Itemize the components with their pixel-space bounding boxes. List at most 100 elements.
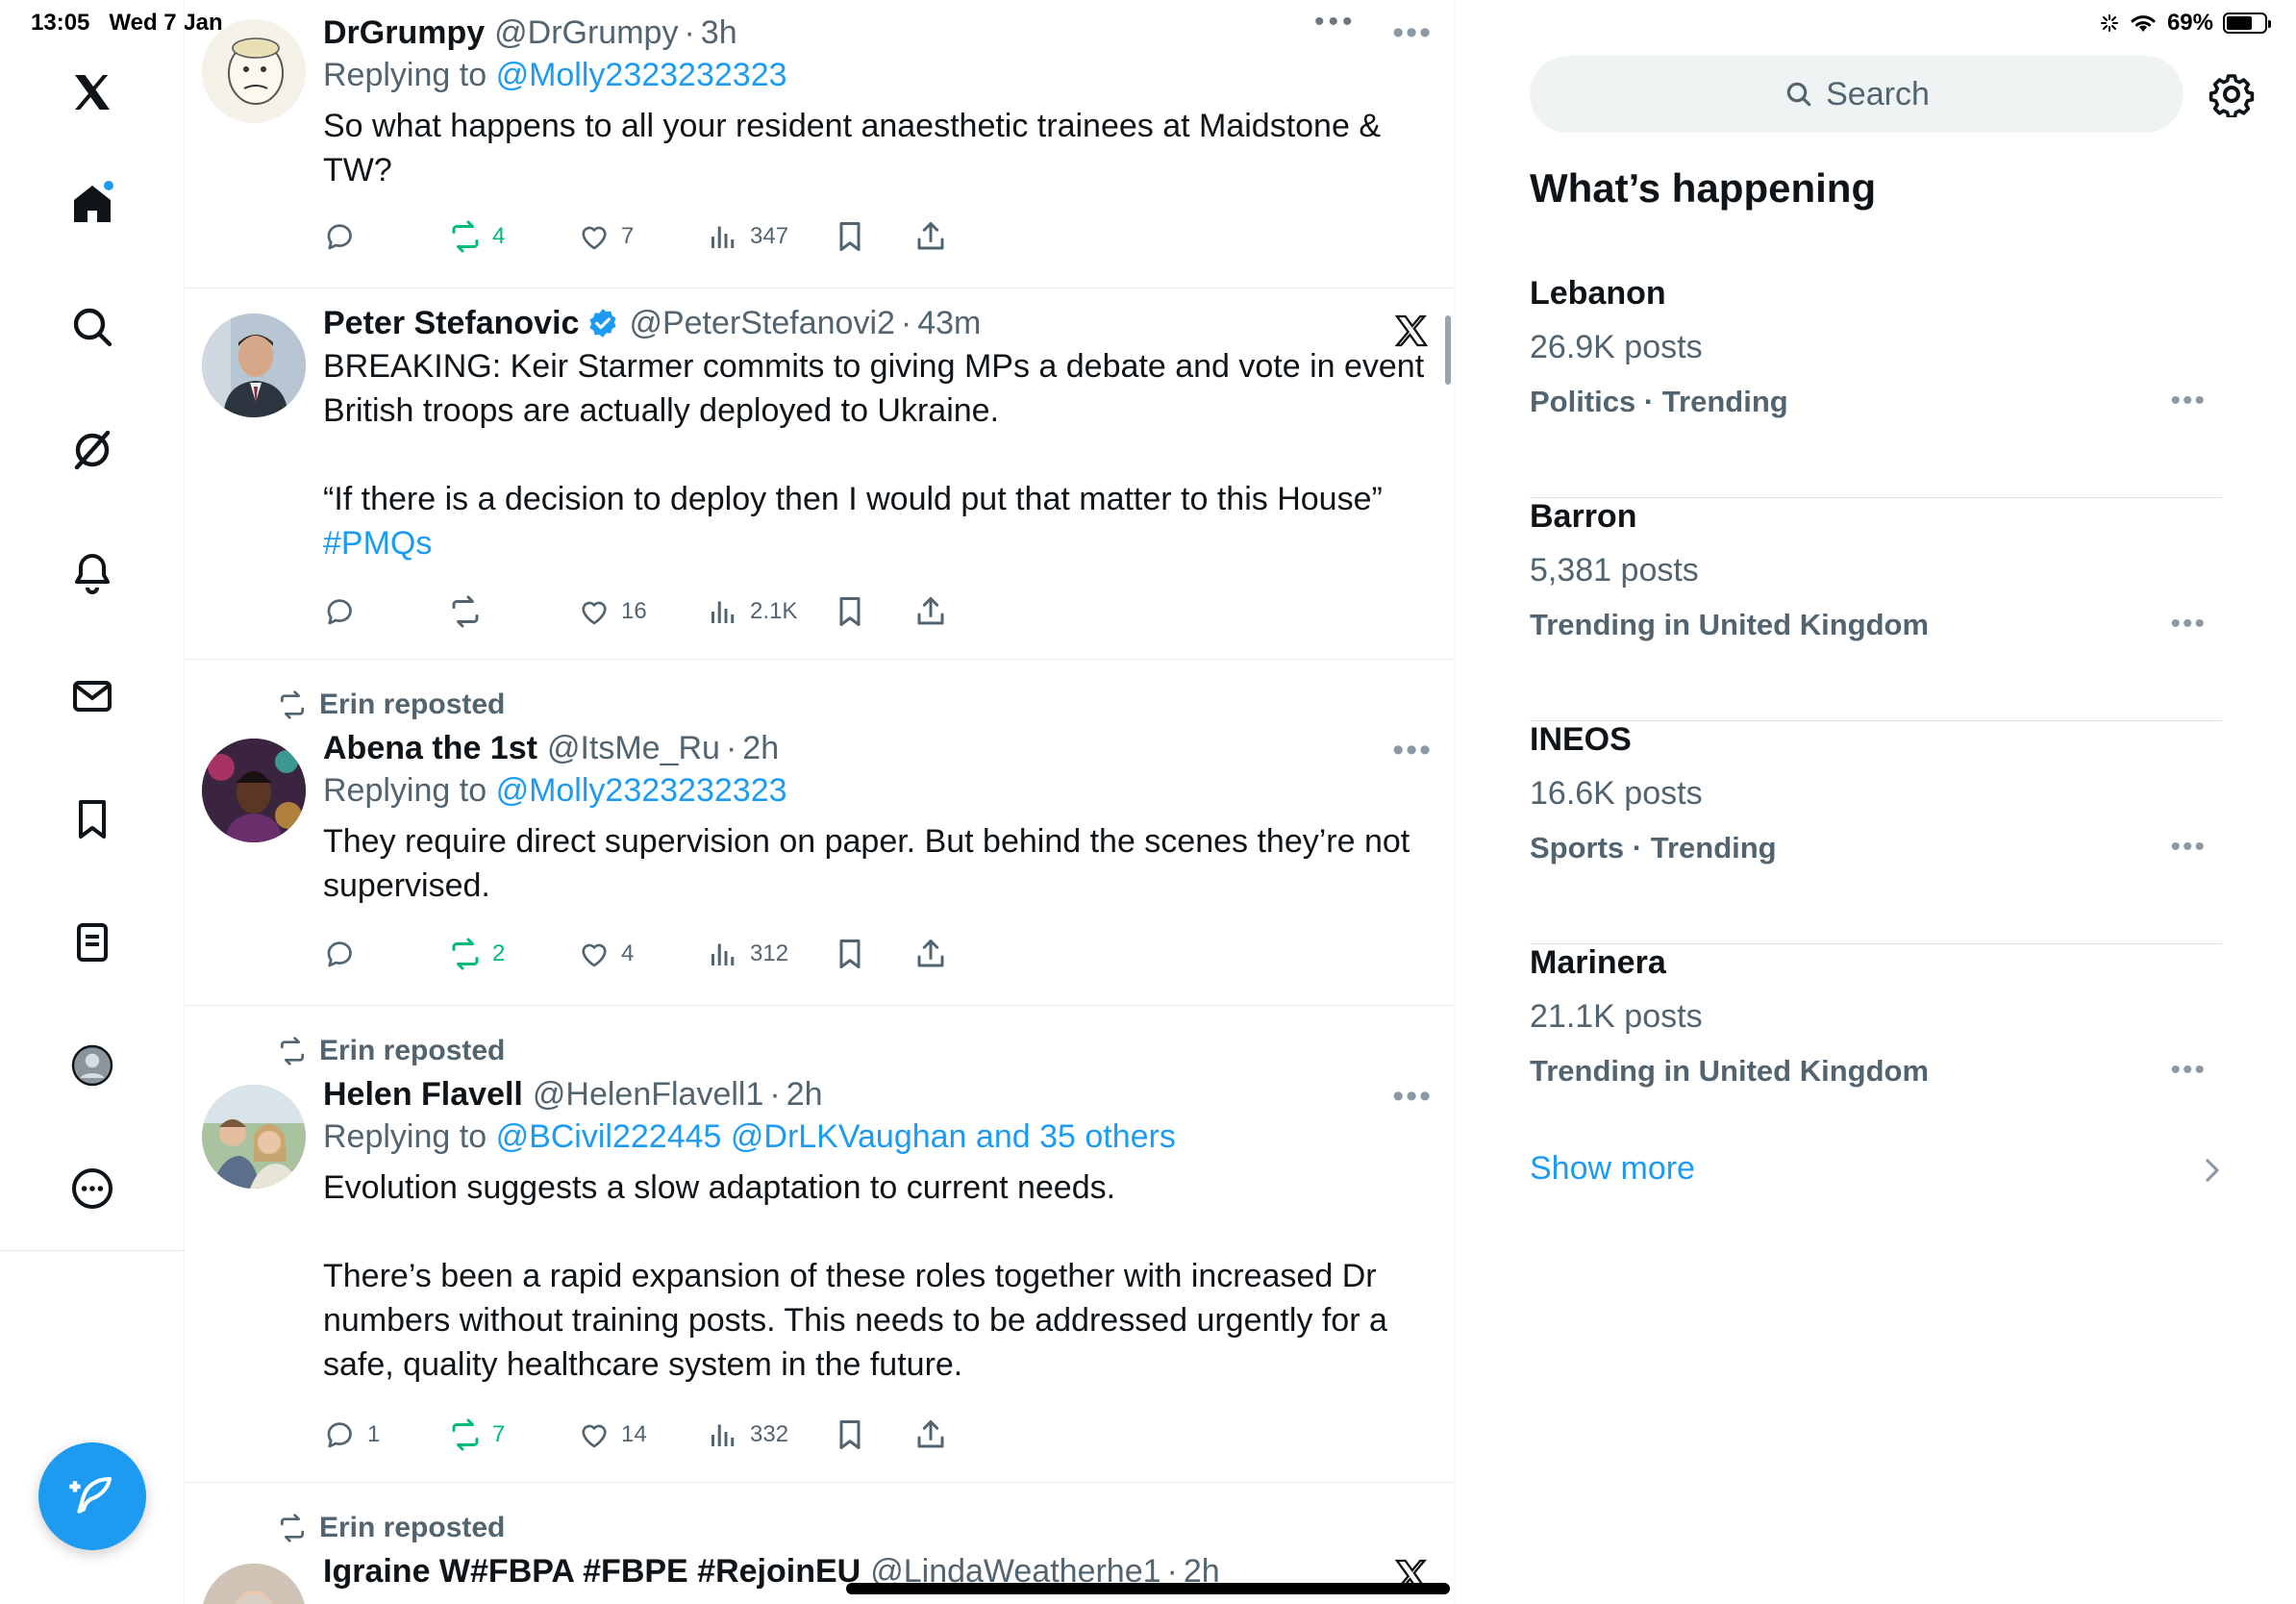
profile-avatar-icon[interactable] <box>54 1027 131 1104</box>
repost-button[interactable] <box>448 594 492 629</box>
timestamp[interactable]: 43m <box>917 304 981 342</box>
bookmark-button[interactable] <box>833 937 867 971</box>
tweet[interactable]: Erin reposted Abena the 1st @ItsMe_Ru · … <box>185 660 1455 1006</box>
author-name[interactable]: Helen Flavell <box>323 1075 523 1114</box>
compose-post-button[interactable] <box>38 1442 146 1550</box>
like-button[interactable]: 16 <box>577 594 647 629</box>
trend-more-icon[interactable]: ••• <box>2170 831 2207 864</box>
timestamp[interactable]: 2h <box>786 1075 823 1114</box>
grok-icon[interactable] <box>54 412 131 489</box>
like-button[interactable]: 4 <box>577 937 634 971</box>
replying-to-link[interactable]: @Molly2323232323 <box>496 772 787 809</box>
search-icon <box>1786 82 1811 107</box>
bookmark-icon <box>839 940 861 968</box>
home-icon[interactable] <box>54 165 131 242</box>
repost-indicator: Erin reposted <box>277 1512 505 1544</box>
trend-more-icon[interactable]: ••• <box>2170 1054 2207 1087</box>
tweet-header: DrGrumpy @DrGrumpy · 3h <box>323 13 1427 52</box>
tweet-more-icon[interactable]: ••• <box>1392 1080 1433 1113</box>
search-input[interactable]: Search <box>1530 56 2184 133</box>
share-button[interactable] <box>913 219 948 254</box>
reply-icon <box>327 224 352 250</box>
trend-category: Trending in United Kingdom <box>1530 608 1930 641</box>
views-button[interactable]: 2.1K <box>706 594 797 629</box>
trend-posts: 26.9K posts <box>1530 329 1703 365</box>
trend-item[interactable]: Marinera 21.1K posts Trending in United … <box>1530 944 2222 1167</box>
repost-label[interactable]: Erin reposted <box>319 1035 505 1067</box>
tweet-more-icon[interactable]: ••• <box>1392 734 1433 766</box>
avatar[interactable] <box>202 19 306 123</box>
search-placeholder: Search <box>1826 75 1930 113</box>
views-button[interactable]: 332 <box>706 1417 788 1452</box>
bookmark-button[interactable] <box>833 219 867 254</box>
reply-button[interactable] <box>323 937 367 971</box>
repost-count: 7 <box>492 1421 506 1447</box>
reply-button[interactable]: 1 <box>323 1417 380 1452</box>
repost-label[interactable]: Erin reposted <box>319 1512 505 1544</box>
share-button[interactable] <box>913 594 948 629</box>
trend-more-icon[interactable]: ••• <box>2170 608 2207 640</box>
reply-button[interactable] <box>323 594 367 629</box>
gear-icon[interactable] <box>2209 71 2255 117</box>
notifications-bell-icon[interactable] <box>54 535 131 612</box>
repost-label[interactable]: Erin reposted <box>319 689 505 721</box>
bookmark-button[interactable] <box>833 594 867 629</box>
avatar[interactable] <box>202 1085 306 1189</box>
compose-feather-icon <box>69 1476 112 1514</box>
replying-to-link[interactable]: @BCivil222445 @DrLKVaughan and 35 others <box>496 1118 1176 1155</box>
bookmark-button[interactable] <box>833 1417 867 1452</box>
repost-button[interactable]: 2 <box>448 937 505 971</box>
bookmarks-icon[interactable] <box>54 781 131 858</box>
separator: · <box>769 1076 781 1113</box>
chevron-right-icon[interactable] <box>2199 1154 2226 1187</box>
views-button[interactable]: 312 <box>706 937 788 971</box>
views-count: 347 <box>750 223 789 249</box>
messages-envelope-icon[interactable] <box>54 658 131 735</box>
x-logo-icon[interactable] <box>54 54 131 131</box>
more-options-icon[interactable] <box>54 1150 131 1227</box>
lists-icon[interactable] <box>54 904 131 981</box>
bookmark-icon <box>839 597 861 626</box>
trend-more-icon[interactable]: ••• <box>2170 385 2207 417</box>
home-indicator[interactable] <box>846 1583 1450 1594</box>
timestamp[interactable]: 3h <box>701 13 737 52</box>
author-handle[interactable]: @DrGrumpy <box>494 13 678 52</box>
tweet[interactable]: Erin reposted Helen Flavell @HelenFlavel… <box>185 1006 1455 1483</box>
trend-item[interactable]: INEOS 16.6K posts Sports · Trending ••• <box>1530 721 2222 944</box>
search-icon[interactable] <box>54 288 131 365</box>
avatar[interactable] <box>202 1564 306 1604</box>
avatar[interactable] <box>202 313 306 417</box>
author-name[interactable]: Abena the 1st <box>323 729 537 767</box>
tweet[interactable]: DrGrumpy @DrGrumpy · 3h Replying to @Mol… <box>185 0 1455 288</box>
hashtag-link[interactable]: #PMQs <box>323 525 432 562</box>
like-button[interactable]: 14 <box>577 1417 647 1452</box>
repost-icon <box>452 220 479 253</box>
like-button[interactable]: 7 <box>577 219 634 254</box>
share-button[interactable] <box>913 937 948 971</box>
tweet[interactable]: Peter Stefanovic @PeterStefanovi2 · 43m … <box>185 288 1455 660</box>
reply-icon <box>327 941 352 967</box>
repost-icon <box>281 1514 304 1542</box>
author-name[interactable]: Igraine W#FBPA #FBPE #RejoinEU <box>323 1552 861 1591</box>
author-handle[interactable]: @ItsMe_Ru <box>547 729 720 767</box>
repost-button[interactable]: 4 <box>448 219 505 254</box>
author-name[interactable]: DrGrumpy <box>323 13 485 52</box>
show-more-link[interactable]: Show more <box>1530 1150 1695 1188</box>
tweet-more-icon[interactable]: ••• <box>1392 16 1433 49</box>
repost-button[interactable]: 7 <box>448 1417 505 1452</box>
views-button[interactable]: 347 <box>706 219 788 254</box>
author-handle[interactable]: @HelenFlavell1 <box>533 1075 764 1114</box>
x-logo-icon[interactable] <box>1392 312 1431 350</box>
timeline-scrollbar[interactable] <box>1445 315 1451 385</box>
replying-to-link[interactable]: @Molly2323232323 <box>496 57 787 93</box>
share-button[interactable] <box>913 1417 948 1452</box>
bookmark-icon <box>839 1420 861 1449</box>
trend-item[interactable]: Barron 5,381 posts Trending in United Ki… <box>1530 498 2222 721</box>
author-name[interactable]: Peter Stefanovic <box>323 304 579 342</box>
trend-item[interactable]: Lebanon 26.9K posts Politics · Trending … <box>1530 275 2222 498</box>
timestamp[interactable]: 2h <box>742 729 779 767</box>
timeline: ••• DrGrumpy @DrGrumpy · 3h Replying to … <box>185 0 1456 1604</box>
author-handle[interactable]: @PeterStefanovi2 <box>629 304 894 342</box>
reply-button[interactable] <box>323 219 367 254</box>
avatar[interactable] <box>202 739 306 842</box>
